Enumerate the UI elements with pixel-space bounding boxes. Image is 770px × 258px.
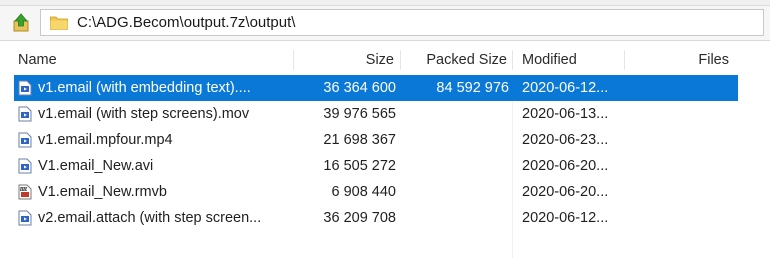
file-modified: 2020-06-12... bbox=[522, 210, 609, 226]
file-packed-size bbox=[401, 127, 509, 153]
video-file-icon bbox=[18, 80, 32, 96]
video-file-icon bbox=[18, 132, 32, 148]
file-size: 36 209 708 bbox=[323, 210, 396, 226]
file-packed-size: 84 592 976 bbox=[436, 80, 509, 96]
file-modified: 2020-06-12... bbox=[522, 80, 609, 96]
column-packed-size-header[interactable]: Packed Size bbox=[401, 46, 509, 74]
column-header: Name Size Packed Size Modified Files bbox=[0, 46, 770, 74]
file-row[interactable]: V1.email_New.rmvb 6 908 440 2020-06-20..… bbox=[0, 179, 770, 205]
media-clip-file-icon bbox=[18, 184, 32, 200]
column-divider[interactable] bbox=[512, 50, 513, 70]
column-modified-header[interactable]: Modified bbox=[522, 46, 622, 74]
file-packed-size bbox=[401, 153, 509, 179]
file-modified: 2020-06-20... bbox=[522, 158, 609, 174]
address-bar-row: C:\ADG.Becom\output.7z\output\ bbox=[0, 6, 770, 41]
file-name: V1.email_New.avi bbox=[38, 158, 154, 174]
file-packed-size bbox=[401, 205, 509, 231]
file-size: 6 908 440 bbox=[331, 184, 396, 200]
file-name: v2.email.attach (with step screen... bbox=[38, 210, 262, 226]
file-name: v1.email (with embedding text).... bbox=[38, 80, 251, 96]
file-modified: 2020-06-20... bbox=[522, 184, 609, 200]
file-name: v1.email (with step screens).mov bbox=[38, 106, 250, 122]
file-modified: 2020-06-23... bbox=[522, 132, 609, 148]
column-name-header[interactable]: Name bbox=[18, 46, 288, 74]
file-row[interactable]: v1.email (with embedding text).... 36 36… bbox=[0, 75, 770, 101]
address-path: C:\ADG.Becom\output.7z\output\ bbox=[77, 14, 296, 31]
column-files-header[interactable]: Files bbox=[625, 46, 731, 74]
file-row[interactable]: V1.email_New.avi 16 505 272 2020-06-20..… bbox=[0, 153, 770, 179]
video-file-icon bbox=[18, 106, 32, 122]
file-name: V1.email_New.rmvb bbox=[38, 184, 167, 200]
file-size: 36 364 600 bbox=[323, 80, 396, 96]
video-file-icon bbox=[18, 158, 32, 174]
file-row[interactable]: v1.email (with step screens).mov 39 976 … bbox=[0, 101, 770, 127]
file-packed-size bbox=[401, 179, 509, 205]
file-size: 16 505 272 bbox=[323, 158, 396, 174]
file-packed-size bbox=[401, 101, 509, 127]
file-modified: 2020-06-13... bbox=[522, 106, 609, 122]
address-field[interactable]: C:\ADG.Becom\output.7z\output\ bbox=[40, 9, 764, 36]
up-level-button[interactable] bbox=[8, 11, 34, 35]
file-row[interactable]: v2.email.attach (with step screen... 36 … bbox=[0, 205, 770, 231]
folder-icon bbox=[50, 16, 68, 30]
file-row[interactable]: v1.email.mpfour.mp4 21 698 367 2020-06-2… bbox=[0, 127, 770, 153]
file-name: v1.email.mpfour.mp4 bbox=[38, 132, 173, 148]
folder-up-arrow-icon bbox=[13, 13, 29, 32]
file-size: 39 976 565 bbox=[323, 106, 396, 122]
column-size-header[interactable]: Size bbox=[294, 46, 396, 74]
file-size: 21 698 367 bbox=[323, 132, 396, 148]
video-file-icon bbox=[18, 210, 32, 226]
archive-browser-window: C:\ADG.Becom\output.7z\output\ Name Size… bbox=[0, 0, 770, 258]
